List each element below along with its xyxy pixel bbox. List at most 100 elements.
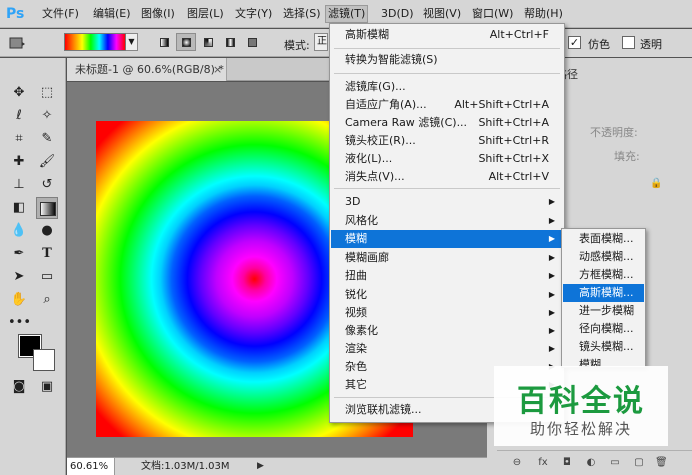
filter-item-convert-smart[interactable]: 转换为智能滤镜(S) (331, 51, 563, 69)
lasso-tool[interactable]: ℓ (8, 105, 30, 127)
move-tool[interactable]: ✥ (8, 82, 30, 104)
type-tool[interactable]: T (36, 243, 58, 265)
ellipsis-icon: ••• (8, 315, 32, 330)
blur-item-gaussian[interactable]: 高斯模糊... (563, 284, 644, 302)
gradient-picker[interactable] (64, 33, 126, 51)
submenu-arrow-icon: ▶ (548, 290, 555, 299)
new-layer-icon[interactable]: ▢ (633, 457, 645, 469)
angle-gradient-button[interactable] (198, 33, 218, 51)
gradient-dropdown-arrow-icon[interactable]: ▼ (126, 33, 138, 51)
more-tools[interactable]: ••• (8, 312, 32, 334)
hand-tool[interactable]: ✋ (8, 289, 30, 311)
document-info: 文档:1.03M/1.03M (141, 461, 230, 472)
clone-stamp-tool[interactable]: ⊥ (8, 174, 30, 196)
dither-checkbox[interactable]: ✓ (568, 36, 581, 49)
menu-type[interactable]: 文字(Y) (235, 6, 272, 22)
dither-label: 仿色 (588, 38, 610, 51)
magic-wand-tool[interactable]: ✧ (36, 105, 58, 127)
blur-item-surface[interactable]: 表面模糊... (563, 230, 644, 248)
submenu-arrow-icon: ▶ (548, 197, 555, 206)
filter-item-adaptive-wide-angle[interactable]: 自适应广角(A)... Alt+Shift+Ctrl+A (331, 96, 563, 114)
dodge-tool[interactable]: ● (36, 220, 58, 242)
opacity-label: 不透明度: (590, 126, 638, 139)
menu-view[interactable]: 视图(V) (423, 6, 461, 22)
quick-mask-button[interactable]: ◙ (8, 376, 30, 398)
zoom-tool[interactable]: ⌕ (36, 289, 58, 311)
dodge-icon: ● (41, 223, 53, 238)
menu-help[interactable]: 帮助(H) (524, 6, 563, 22)
mask-icon[interactable]: ◘ (561, 457, 573, 469)
watermark-title: 百科全说 (517, 384, 645, 419)
filter-item-blur[interactable]: 模糊 ▶ (331, 230, 563, 248)
pen-tool[interactable]: ✒ (8, 243, 30, 265)
eraser-icon: ◧ (12, 200, 26, 215)
filter-item-pixelate[interactable]: 像素化 ▶ (331, 322, 563, 340)
menu-edit[interactable]: 编辑(E) (93, 6, 131, 22)
menu-separator (334, 73, 560, 74)
zoom-input[interactable]: 60.61% (67, 458, 115, 475)
filter-item-sharpen[interactable]: 锐化 ▶ (331, 286, 563, 304)
pen-icon: ✒ (13, 246, 25, 261)
document-tab-title: 未标题-1 @ 60.6%(RGB/8) * (75, 63, 224, 76)
menu-file[interactable]: 文件(F) (42, 6, 79, 22)
arrow-icon: ➤ (13, 269, 25, 284)
filter-item-video[interactable]: 视频 ▶ (331, 304, 563, 322)
menu-separator (334, 48, 560, 49)
link-icon[interactable]: ⊖ (511, 457, 523, 469)
trash-icon[interactable]: 🗑 (655, 457, 668, 469)
transparency-checkbox[interactable] (622, 36, 635, 49)
status-menu-arrow-icon[interactable]: ▶ (257, 458, 264, 475)
filter-item-blur-gallery[interactable]: 模糊画廊 ▶ (331, 249, 563, 267)
adjustment-icon[interactable]: ◐ (585, 457, 597, 469)
close-icon[interactable]: × (213, 58, 222, 81)
photoshop-logo: Ps (6, 6, 25, 22)
watermark-subtitle: 助你轻松解决 (529, 420, 632, 438)
magic-wand-icon: ✧ (41, 108, 53, 123)
reflected-gradient-button[interactable] (220, 33, 240, 51)
blur-tool[interactable]: 💧 (8, 220, 30, 242)
menu-filter[interactable]: 滤镜(T) (325, 5, 369, 23)
diamond-gradient-button[interactable] (242, 33, 262, 51)
marquee-tool[interactable]: ⬚ (36, 82, 58, 104)
blur-item-radial[interactable]: 径向模糊... (563, 320, 644, 338)
path-selection-tool[interactable]: ➤ (8, 266, 30, 288)
filter-item-last-gaussian-blur[interactable]: 高斯模糊 Alt+Ctrl+F (331, 26, 563, 44)
crop-tool[interactable]: ⌗ (8, 128, 30, 150)
background-color-swatch[interactable] (33, 349, 55, 371)
menu-3d[interactable]: 3D(D) (381, 6, 414, 22)
brush-tool[interactable]: 🖌 (36, 151, 58, 173)
menu-window[interactable]: 窗口(W) (472, 6, 513, 22)
brush-icon: 🖌 (38, 154, 56, 169)
menu-select[interactable]: 选择(S) (283, 6, 321, 22)
filter-item-gallery[interactable]: 滤镜库(G)... (331, 78, 563, 96)
history-brush-tool[interactable]: ↺ (36, 174, 58, 196)
filter-item-3d[interactable]: 3D ▶ (331, 193, 563, 211)
filter-item-camera-raw[interactable]: Camera Raw 滤镜(C)... Shift+Ctrl+A (331, 114, 563, 132)
mode-select[interactable]: 正 (314, 33, 328, 51)
rectangle-tool[interactable]: ▭ (36, 266, 58, 288)
screen-mode-button[interactable]: ▣ (36, 376, 58, 398)
group-icon[interactable]: ▭ (609, 457, 621, 469)
blur-item-motion[interactable]: 动感模糊... (563, 248, 644, 266)
filter-item-liquify[interactable]: 液化(L)... Shift+Ctrl+X (331, 150, 563, 168)
blur-item-lens[interactable]: 镜头模糊... (563, 338, 644, 356)
filter-item-stylize[interactable]: 风格化 ▶ (331, 212, 563, 230)
eyedropper-tool[interactable]: ✎ (36, 128, 58, 150)
filter-item-render[interactable]: 渲染 ▶ (331, 340, 563, 358)
filter-item-vanishing-point[interactable]: 消失点(V)... Alt+Ctrl+V (331, 168, 563, 186)
tool-preset-icon[interactable] (8, 34, 26, 52)
quick-mask-icon: ◙ (12, 379, 26, 394)
linear-gradient-button[interactable] (154, 33, 174, 51)
menu-layer[interactable]: 图层(L) (187, 6, 224, 22)
filter-item-lens-correction[interactable]: 镜头校正(R)... Shift+Ctrl+R (331, 132, 563, 150)
menu-image[interactable]: 图像(I) (141, 6, 175, 22)
fx-icon[interactable]: fx (537, 457, 549, 469)
gradient-tool[interactable] (36, 197, 58, 219)
document-tab[interactable]: 未标题-1 @ 60.6%(RGB/8) * × (67, 58, 227, 81)
radial-gradient-button[interactable] (176, 33, 196, 51)
eraser-tool[interactable]: ◧ (8, 197, 30, 219)
healing-tool[interactable]: ✚ (8, 151, 30, 173)
blur-item-blur-more[interactable]: 进一步模糊 (563, 302, 644, 320)
blur-item-box[interactable]: 方框模糊... (563, 266, 644, 284)
filter-item-distort[interactable]: 扭曲 ▶ (331, 267, 563, 285)
